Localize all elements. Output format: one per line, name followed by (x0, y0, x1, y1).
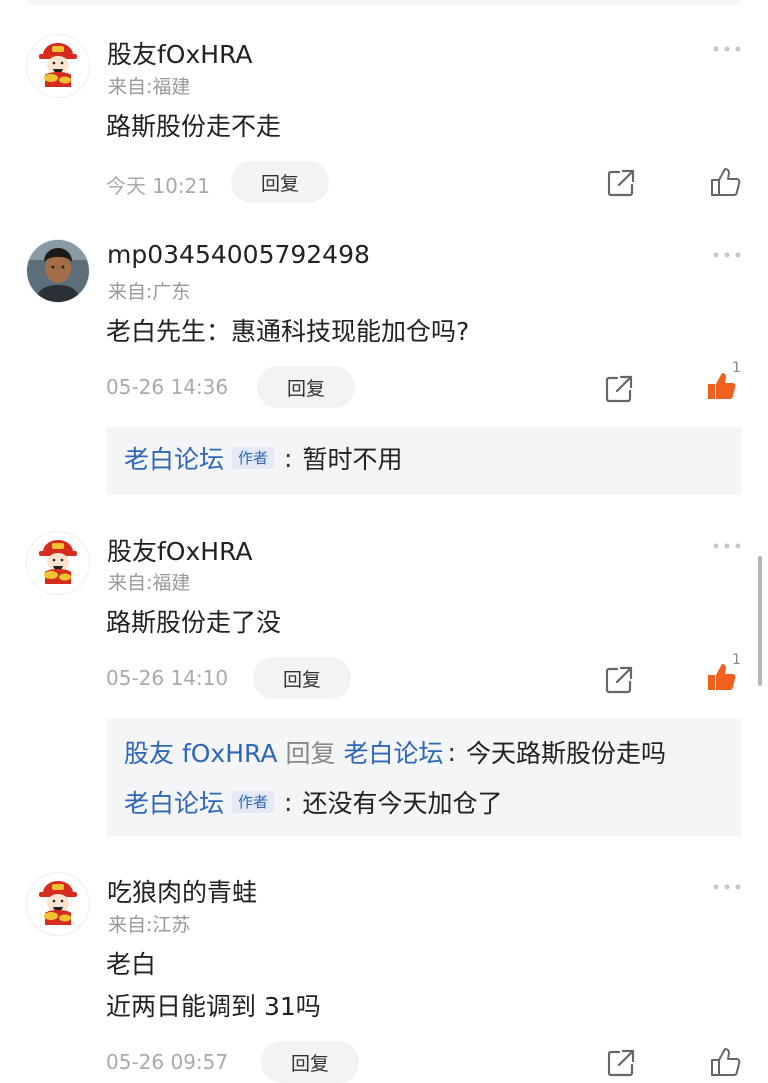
thumbs-up-icon[interactable] (709, 166, 741, 198)
caishen-avatar-icon (27, 873, 89, 935)
timestamp: 05-26 14:36 (106, 375, 229, 399)
caishen-avatar-icon (27, 35, 89, 97)
reply-button[interactable]: 回复 (257, 366, 355, 408)
more-icon[interactable] (712, 44, 742, 54)
user-photo-icon (27, 240, 89, 302)
reply-button[interactable]: 回复 (261, 1041, 359, 1083)
thumbs-up-icon[interactable] (709, 1046, 741, 1078)
more-icon[interactable] (712, 541, 742, 551)
author-badge: 作者 (232, 447, 275, 469)
timestamp: 今天 10:21 (106, 174, 210, 198)
reply-button[interactable]: 回复 (231, 161, 329, 203)
scrollbar[interactable] (758, 556, 762, 686)
timestamp: 05-26 09:57 (106, 1050, 229, 1074)
timestamp: 05-26 14:10 (106, 666, 229, 690)
username[interactable]: mp03454005792498 (107, 240, 370, 269)
location: 来自:江苏 (108, 914, 191, 936)
comment-text: 近两日能调到 31吗 (106, 992, 321, 1021)
avatar[interactable] (26, 872, 90, 936)
comment-text: 老白 (106, 950, 157, 979)
like-count: 1 (732, 652, 741, 668)
location: 来自:福建 (108, 572, 191, 594)
location: 来自:广东 (108, 281, 191, 303)
location: 来自:福建 (108, 76, 191, 98)
reply-word: 回复 (285, 739, 336, 768)
reply-thread[interactable]: 股友 fOxHRA 回复 老白论坛 : 今天路斯股份走吗 老白论坛 作者 : 还… (106, 718, 742, 836)
reply-line: 股友 fOxHRA 回复 老白论坛 : 今天路斯股份走吗 (124, 734, 666, 770)
share-icon[interactable] (604, 374, 634, 404)
reply-text: 今天路斯股份走吗 (465, 739, 666, 768)
more-icon[interactable] (712, 250, 742, 260)
share-icon[interactable] (606, 1048, 636, 1078)
caishen-avatar-icon (27, 532, 89, 594)
reply-author[interactable]: 老白论坛 (124, 784, 224, 820)
username[interactable]: 股友fOxHRA (107, 532, 253, 568)
previous-comment-card (26, 0, 742, 6)
like-count: 1 (732, 360, 741, 376)
reply-text: 暂时不用 (302, 445, 403, 474)
avatar[interactable] (26, 239, 90, 303)
reply-author[interactable]: 老白论坛 (124, 440, 224, 476)
reply-line: 老白论坛 作者 : 暂时不用 (124, 440, 402, 476)
more-icon[interactable] (712, 882, 742, 892)
comment-text: 路斯股份走不走 (106, 112, 282, 141)
reply-line: 老白论坛 作者 : 还没有今天加仓了 (124, 784, 502, 820)
reply-button[interactable]: 回复 (253, 657, 351, 699)
reply-text: 还没有今天加仓了 (302, 789, 503, 818)
avatar[interactable] (26, 34, 90, 98)
reply-author[interactable]: 股友 fOxHRA (124, 734, 277, 770)
reply-target[interactable]: 老白论坛 (344, 734, 444, 770)
author-badge: 作者 (232, 791, 275, 813)
comment-text: 老白先生：惠通科技现能加仓吗? (106, 317, 470, 346)
comment-text: 路斯股份走了没 (106, 608, 282, 637)
share-icon[interactable] (604, 665, 634, 695)
username[interactable]: 吃狼肉的青蛙 (107, 873, 257, 909)
share-icon[interactable] (606, 168, 636, 198)
username[interactable]: 股友fOxHRA (107, 35, 253, 71)
reply-thread[interactable]: 老白论坛 作者 : 暂时不用 (106, 427, 742, 495)
avatar[interactable] (26, 531, 90, 595)
